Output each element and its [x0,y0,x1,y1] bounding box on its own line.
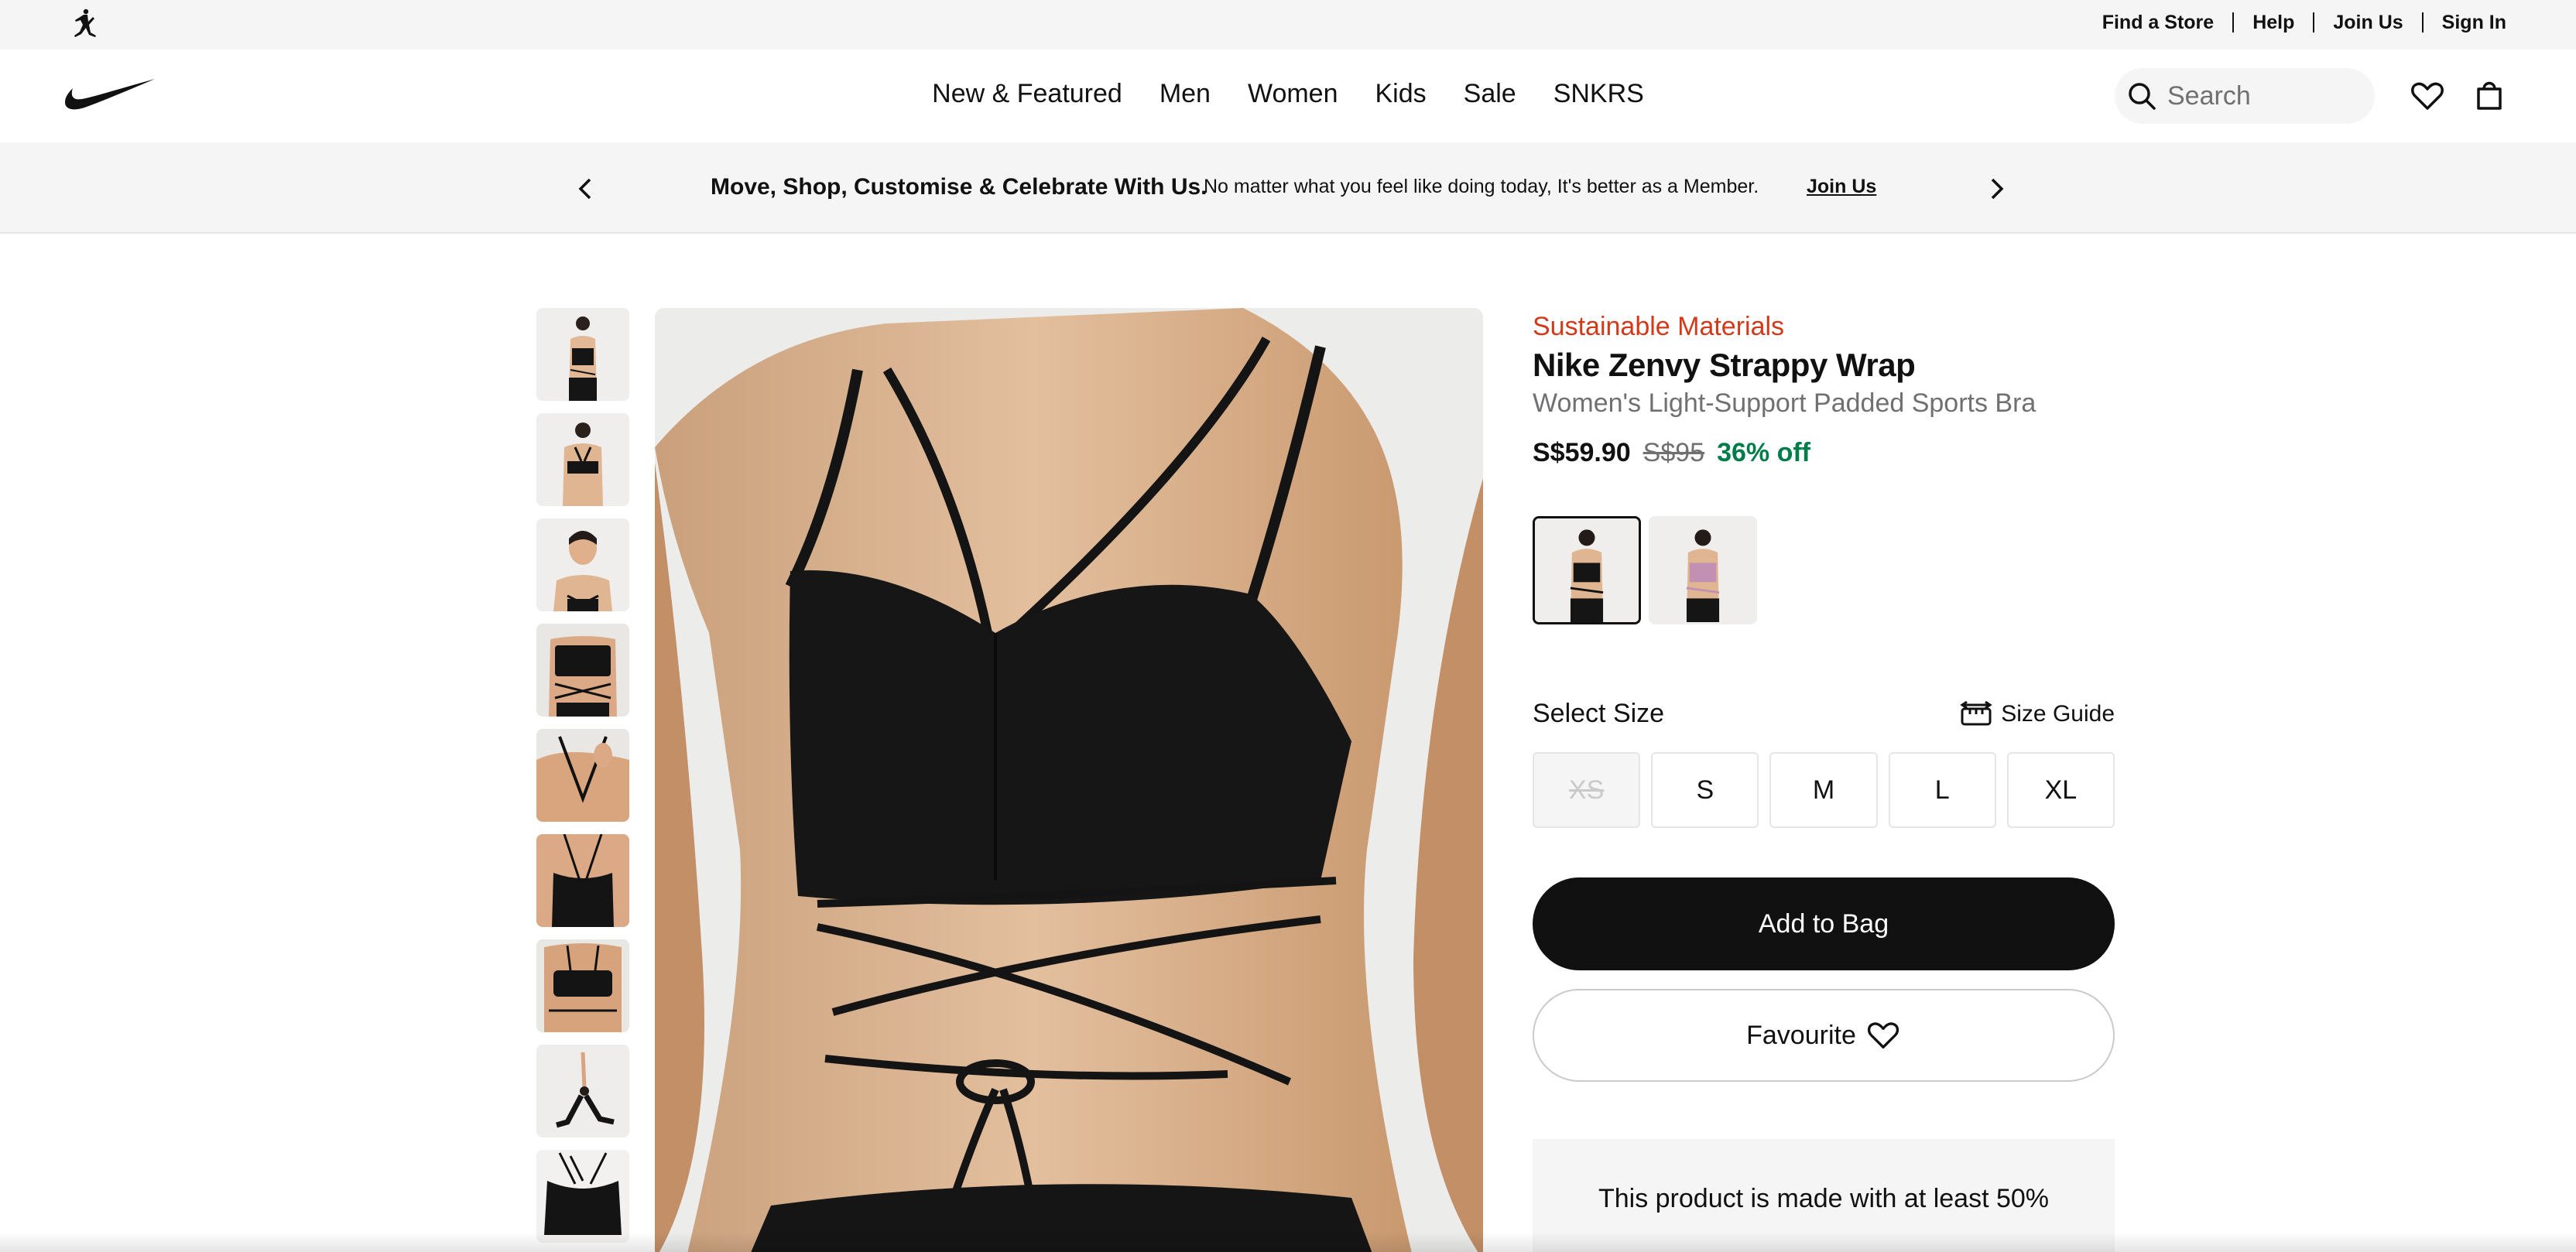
current-price: S$59.90 [1533,438,1631,467]
size-option-xs[interactable]: XS [1533,752,1641,828]
search-input[interactable] [2167,80,2353,111]
product-subtitle: Women's Light-Support Padded Sports Bra [1533,388,2036,418]
ruler-icon [1960,700,1992,725]
add-to-bag-button[interactable]: Add to Bag [1533,877,2115,970]
divider [2232,12,2235,32]
size-option-s[interactable]: S [1651,752,1759,828]
size-grid: XS S M L XL [1533,752,2115,828]
colorway-selector [1533,516,2115,624]
promo-join-us-link[interactable]: Join Us [1807,176,1876,198]
shopping-bag-icon[interactable] [2471,77,2508,115]
divider [2313,12,2315,32]
size-guide-label: Size Guide [2001,700,2115,727]
utility-links: Find a Store Help Join Us Sign In [2102,0,2506,45]
select-size-label: Select Size [1533,699,1665,728]
sustainable-badge: Sustainable Materials [1533,312,1785,341]
favourite-button[interactable]: Favourite [1533,989,2115,1082]
size-option-m[interactable]: M [1769,752,1878,828]
nav-new-featured[interactable]: New & Featured [932,79,1122,109]
product-info-panel: Sustainable Materials Nike Zenvy Strappy… [1533,308,2115,1252]
utility-bar: Find a Store Help Join Us Sign In [0,0,2576,50]
favourites-heart-icon[interactable] [2409,77,2446,115]
site-header: New & Featured Men Women Kids Sale SNKRS [0,50,2576,142]
original-price: S$95 [1643,438,1705,467]
promo-banner: Move, Shop, Customise & Celebrate With U… [0,142,2576,234]
thumbnail-image[interactable] [536,729,629,822]
size-header: Select Size Size Guide [1533,699,2115,729]
price-row: S$59.90 S$95 36% off [1533,438,2115,468]
thumbnail-image[interactable] [536,1045,629,1137]
thumbnail-image[interactable] [536,939,629,1032]
colorway-black[interactable] [1533,516,1641,624]
chevron-right-icon[interactable] [1983,173,2009,204]
product-main-image[interactable] [655,308,1483,1252]
sustainability-text: This product is made with at least 50% [1598,1184,2050,1213]
thumbnail-list [536,308,631,1252]
chevron-left-icon[interactable] [573,173,599,204]
nav-sale[interactable]: Sale [1464,79,1516,109]
nav-kids[interactable]: Kids [1375,79,1427,109]
thumbnail-image[interactable] [536,413,629,506]
size-option-l[interactable]: L [1888,752,1996,828]
promo-heading: Move, Shop, Customise & Celebrate With U… [711,174,1208,200]
sign-in-link[interactable]: Sign In [2442,12,2506,34]
join-us-link[interactable]: Join Us [2333,12,2403,34]
nav-men[interactable]: Men [1160,79,1211,109]
thumbnail-image[interactable] [536,1150,629,1243]
heart-icon [1867,1022,1899,1049]
product-title: Nike Zenvy Strappy Wrap [1533,347,1916,383]
promo-text: No matter what you feel like doing today… [1204,176,1759,197]
search-icon[interactable] [2126,80,2158,112]
colorway-pink[interactable] [1649,516,1757,624]
divider [2421,12,2424,32]
discount-label: 36% off [1717,438,1810,467]
thumbnail-image[interactable] [536,308,629,401]
thumbnail-image[interactable] [536,834,629,927]
size-guide-link[interactable]: Size Guide [1959,700,2115,727]
thumbnail-image[interactable] [536,624,629,717]
nav-women[interactable]: Women [1248,79,1338,109]
help-link[interactable]: Help [2252,12,2294,34]
size-option-xl[interactable]: XL [2006,752,2115,828]
jordan-logo-icon[interactable] [65,5,104,43]
nav-snkrs[interactable]: SNKRS [1553,79,1644,109]
find-store-link[interactable]: Find a Store [2102,12,2214,34]
search-box[interactable] [2115,68,2375,124]
bottom-shadow [0,1232,2576,1252]
thumbnail-image[interactable] [536,518,629,611]
favourite-label: Favourite [1746,1020,1856,1050]
